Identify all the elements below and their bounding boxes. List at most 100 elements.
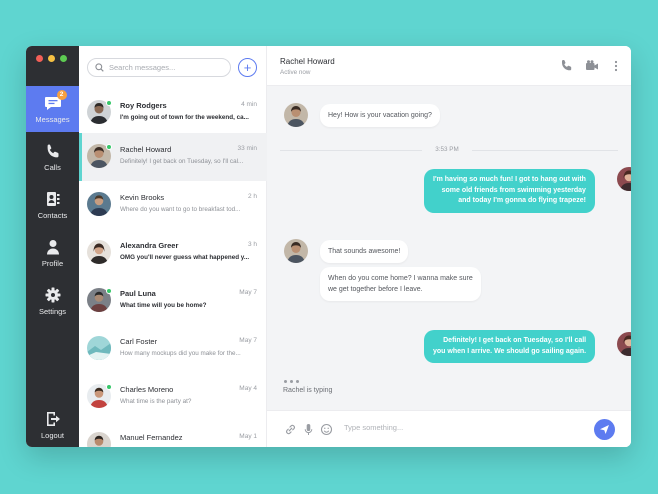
contact-avatar <box>284 239 308 263</box>
message-time: 4 min <box>241 101 257 108</box>
chat-panel: Rachel Howard Active now Hey! How is you… <box>267 46 631 447</box>
message-bubble-incoming: Hey! How is your vacation going? <box>320 104 440 127</box>
nav-item-settings[interactable]: Settings <box>26 278 79 324</box>
send-button[interactable] <box>594 419 615 440</box>
avatar <box>87 336 111 360</box>
window-controls <box>36 55 67 62</box>
message-line: some old friends from swimming yesterday <box>441 186 586 194</box>
nav-item-profile[interactable]: Profile <box>26 230 79 276</box>
conversation-item[interactable]: Carl Foster May 7 How many mockups did y… <box>79 325 267 373</box>
avatar <box>87 192 111 216</box>
conversation-item[interactable]: Kevin Brooks 2 h Where do you want to go… <box>79 181 267 229</box>
contact-name: Carl Foster <box>120 337 158 346</box>
video-camera-icon[interactable] <box>585 59 599 73</box>
sidebar-nav: 2 Messages Calls Contacts Profile Settin… <box>26 46 79 447</box>
nav-label-calls: Calls <box>44 162 61 172</box>
message-line: Definitely! I get back on Tuesday, so I'… <box>443 337 587 344</box>
nav-item-messages[interactable]: 2 Messages <box>26 86 79 132</box>
message-preview: Where do you want to go to breakfast tod… <box>120 206 241 213</box>
online-indicator <box>106 288 112 294</box>
contact-name: Roy Rodgers <box>120 101 167 110</box>
my-avatar <box>617 332 631 356</box>
contact-name: Alexandra Greer <box>120 241 179 250</box>
conversation-item[interactable]: Manuel Fernandez May 1 <box>79 421 267 447</box>
contact-name: Kevin Brooks <box>120 193 165 202</box>
message-time: May 4 <box>239 385 257 392</box>
close-window-button[interactable] <box>36 55 43 62</box>
nav-label-logout: Logout <box>41 430 64 440</box>
message-line: I'm having so much fun! I got to hang ou… <box>433 176 586 183</box>
messenger-window: 2 Messages Calls Contacts Profile Settin… <box>26 46 631 447</box>
online-indicator <box>106 100 112 106</box>
message-preview: OMG you'll never guess what happened y..… <box>120 254 250 261</box>
message-time: May 7 <box>239 289 257 296</box>
typing-dots <box>284 380 299 383</box>
message-composer <box>267 410 631 447</box>
search-icon <box>95 63 104 72</box>
message-line: When do you come home? I wanna make sure <box>328 275 473 282</box>
conversation-item[interactable]: Charles Moreno May 4 What time is the pa… <box>79 373 267 421</box>
my-avatar <box>617 167 631 191</box>
message-time: May 1 <box>239 433 257 440</box>
chat-contact-name: Rachel Howard <box>280 57 335 66</box>
online-indicator <box>106 384 112 390</box>
message-input[interactable] <box>344 423 574 432</box>
contact-name: Charles Moreno <box>120 385 174 394</box>
message-preview: Definitely! I get back on Tuesday, so I'… <box>120 158 244 165</box>
chat-bubble-icon: 2 <box>44 89 67 111</box>
message-time: May 7 <box>239 337 257 344</box>
phone-icon[interactable] <box>560 59 574 73</box>
chat-status: Active now <box>280 69 311 76</box>
message-line: and today I'm gonna do flying trapeze! <box>458 197 586 204</box>
message-bubble-incoming: That sounds awesome! <box>320 240 409 263</box>
conversation-item-active[interactable]: Rachel Howard 33 min Definitely! I get b… <box>79 133 267 181</box>
search-input[interactable] <box>109 63 224 72</box>
message-preview: How many mockups did you make for the... <box>120 350 241 357</box>
logout-button[interactable]: Logout <box>26 402 79 447</box>
unread-badge: 2 <box>56 89 67 100</box>
nav-label-profile: Profile <box>41 258 64 268</box>
minimize-window-button[interactable] <box>48 55 55 62</box>
conversation-item[interactable]: Alexandra Greer 3 h OMG you'll never gue… <box>79 229 267 277</box>
more-vertical-icon[interactable] <box>609 59 623 73</box>
nav-item-contacts[interactable]: Contacts <box>26 182 79 228</box>
search-box[interactable] <box>87 58 231 77</box>
person-icon <box>44 239 62 255</box>
new-message-button[interactable]: + <box>238 58 257 77</box>
maximize-window-button[interactable] <box>60 55 67 62</box>
emoji-icon[interactable] <box>320 423 333 436</box>
microphone-icon[interactable] <box>302 423 315 436</box>
nav-item-calls[interactable]: Calls <box>26 134 79 180</box>
nav-label-settings: Settings <box>38 306 67 316</box>
contact-avatar <box>284 103 308 127</box>
conversation-item[interactable]: Paul Luna May 7 What time will you be ho… <box>79 277 267 325</box>
plus-icon: + <box>243 60 252 75</box>
message-line: you when I arrive. We should go sailing … <box>433 347 587 355</box>
divider-time-label: 3:53 PM <box>422 144 472 156</box>
message-bubble-incoming: When do you come home? I wanna make sure… <box>320 267 481 301</box>
typing-indicator: Rachel is typing <box>283 387 333 394</box>
message-preview: What time is the party at? <box>120 398 192 405</box>
gear-icon <box>44 287 62 303</box>
avatar <box>87 432 111 447</box>
nav-label-messages: Messages <box>35 114 70 124</box>
nav-label-contacts: Contacts <box>37 210 68 220</box>
contact-name: Rachel Howard <box>120 145 172 154</box>
message-preview: What time will you be home? <box>120 302 207 309</box>
contact-name: Manuel Fernandez <box>120 433 183 442</box>
logout-icon <box>44 411 62 427</box>
avatar <box>87 240 111 264</box>
link-icon[interactable] <box>284 423 297 436</box>
message-line: we get together before I leave. <box>328 286 423 293</box>
message-time: 3 h <box>247 241 257 248</box>
send-icon <box>600 425 609 434</box>
message-bubble-outgoing: I'm having so much fun! I got to hang ou… <box>424 169 595 213</box>
conversation-list: + Roy Rodgers 4 min I'm going out of tow… <box>79 46 267 447</box>
conversation-item[interactable]: Roy Rodgers 4 min I'm going out of town … <box>79 89 267 137</box>
contact-name: Paul Luna <box>120 289 156 298</box>
online-indicator <box>106 144 112 150</box>
message-bubble-outgoing: Definitely! I get back on Tuesday, so I'… <box>424 330 596 363</box>
message-time: 2 h <box>247 193 257 200</box>
phone-icon <box>44 143 62 159</box>
message-time: 33 min <box>237 145 257 152</box>
